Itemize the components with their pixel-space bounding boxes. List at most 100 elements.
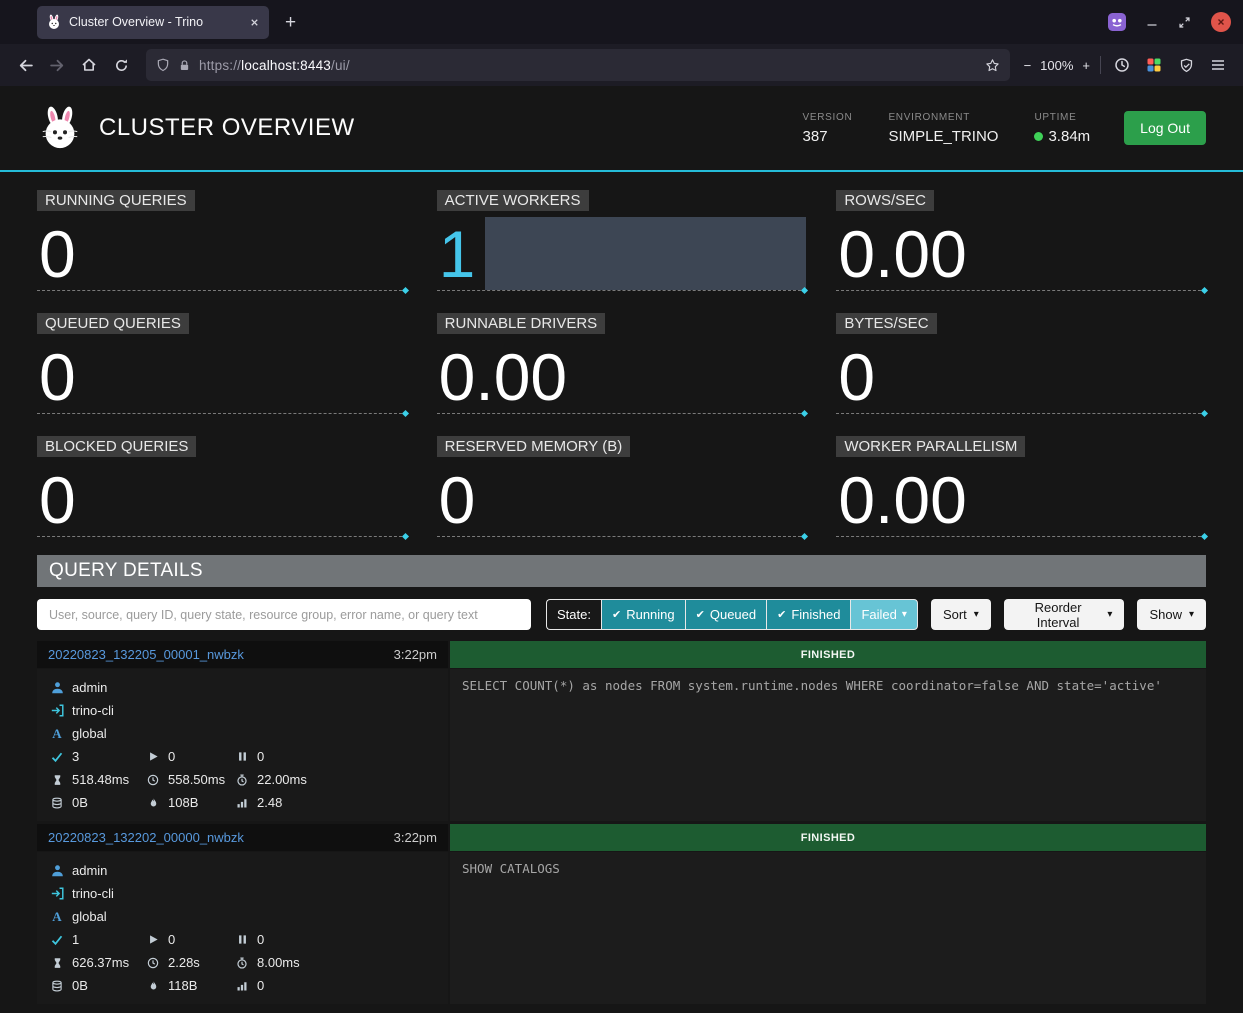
completed-splits-icon: [50, 934, 64, 946]
url-text[interactable]: https://localhost:8443/ui/: [199, 58, 977, 73]
uptime-value: 3.84m: [1048, 128, 1090, 145]
current-memory-value: 0B: [72, 795, 88, 810]
stat-tile-running-queries: RUNNING QUERIES 0: [37, 190, 407, 291]
sort-dropdown[interactable]: Sort▾: [931, 599, 991, 630]
toolbar-separator: [1100, 56, 1101, 74]
query-time: 3:22pm: [394, 830, 437, 845]
protections-shield-icon[interactable]: [1171, 50, 1201, 80]
running-splits-value: 0: [168, 749, 175, 764]
queued-splits-value: 0: [257, 749, 264, 764]
wall-time-value: 518.48ms: [72, 772, 129, 787]
stat-tile-rows-sec: ROWS/SEC 0.00: [836, 190, 1206, 291]
query-meta-panel: admin trino-cli Aglobal 3 0 0 518.48ms 5…: [37, 669, 448, 821]
window-maximize-button[interactable]: [1178, 16, 1191, 29]
query-user: admin: [72, 680, 107, 695]
forward-icon[interactable]: [42, 50, 72, 80]
query-resource-group: global: [72, 726, 107, 741]
version-label: VERSION: [803, 112, 853, 123]
peak-memory-value: 108B: [168, 795, 198, 810]
tracking-shield-icon[interactable]: [156, 58, 170, 72]
running-splits-icon: [146, 934, 160, 945]
uptime-info: UPTIME 3.84m: [1034, 112, 1090, 145]
state-filter-failed-dropdown[interactable]: Failed▾: [850, 599, 917, 630]
peak-memory-icon: [146, 980, 160, 992]
browser-tab[interactable]: Cluster Overview - Trino: [37, 6, 269, 39]
menu-hamburger-icon[interactable]: [1203, 50, 1233, 80]
tab-close-icon[interactable]: [249, 17, 260, 28]
cpu-time-value: 8.00ms: [257, 955, 300, 970]
home-icon[interactable]: [74, 50, 104, 80]
query-row: 20220823_132205_00001_nwbzk 3:22pm FINIS…: [37, 641, 1206, 821]
page-title: CLUSTER OVERVIEW: [99, 114, 355, 142]
stat-tile-queued-queries: QUEUED QUERIES 0: [37, 313, 407, 414]
zoom-in-button[interactable]: +: [1082, 58, 1090, 73]
trino-favicon: [46, 14, 62, 30]
stat-tile-active-workers: ACTIVE WORKERS 1: [437, 190, 807, 291]
query-id-link[interactable]: 20220823_132205_00001_nwbzk: [48, 647, 244, 662]
check-icon: ✔: [777, 608, 786, 621]
query-source: trino-cli: [72, 703, 114, 718]
query-status-label: FINISHED: [801, 649, 856, 661]
state-filter-finished[interactable]: ✔Finished: [766, 599, 850, 630]
completed-splits-value: 3: [72, 749, 79, 764]
stat-tile-label: WORKER PARALLELISM: [836, 436, 1025, 457]
stat-tile-value: 0.00: [836, 463, 966, 536]
sparkline: [86, 463, 407, 536]
reorder-interval-dropdown[interactable]: Reorder Interval▾: [1004, 599, 1125, 630]
window-close-button[interactable]: [1211, 12, 1231, 32]
state-filter-queued[interactable]: ✔Queued: [685, 599, 766, 630]
logout-button[interactable]: Log Out: [1124, 111, 1206, 145]
zoom-level[interactable]: 100%: [1040, 58, 1073, 73]
running-splits-icon: [146, 751, 160, 762]
stat-tile-value: 0: [437, 463, 476, 536]
current-memory-value: 0B: [72, 978, 88, 993]
current-memory-icon: [50, 797, 64, 809]
window-minimize-button[interactable]: [1146, 16, 1158, 28]
stat-tile-runnable-drivers: RUNNABLE DRIVERS 0.00: [437, 313, 807, 414]
source-icon: [50, 704, 64, 717]
sparkline-marker: [402, 287, 409, 294]
sparkline-marker: [402, 410, 409, 417]
stat-tile-label: RUNNING QUERIES: [37, 190, 195, 211]
trino-logo[interactable]: [37, 105, 83, 151]
history-icon[interactable]: [1107, 50, 1137, 80]
stat-tile-label: BYTES/SEC: [836, 313, 936, 334]
cluster-header: CLUSTER OVERVIEW VERSION 387 ENVIRONMENT…: [0, 86, 1243, 170]
stat-tile-value: 0: [37, 217, 76, 290]
sparkline: [86, 340, 407, 413]
sparkline: [86, 217, 407, 290]
completed-splits-value: 1: [72, 932, 79, 947]
elapsed-time-icon: [146, 957, 160, 969]
stat-tile-label: ROWS/SEC: [836, 190, 934, 211]
sparkline: [885, 340, 1206, 413]
caret-down-icon: ▾: [1189, 609, 1194, 620]
zoom-out-button[interactable]: −: [1024, 58, 1032, 73]
sparkline-marker: [1201, 287, 1208, 294]
query-user: admin: [72, 863, 107, 878]
browser-nav-bar: https://localhost:8443/ui/ − 100% +: [0, 44, 1243, 86]
query-search-input[interactable]: [37, 599, 531, 630]
lock-icon[interactable]: [178, 59, 191, 72]
environment-label: ENVIRONMENT: [888, 112, 998, 123]
environment-value: SIMPLE_TRINO: [888, 128, 998, 145]
extensions-icon[interactable]: [1139, 50, 1169, 80]
bookmark-star-icon[interactable]: [985, 58, 1000, 73]
query-toolbar: State: ✔Running ✔Queued ✔Finished Failed…: [37, 599, 1206, 630]
uptime-label: UPTIME: [1034, 112, 1090, 123]
url-bar[interactable]: https://localhost:8443/ui/: [146, 49, 1010, 81]
show-dropdown[interactable]: Show▾: [1137, 599, 1206, 630]
state-filter-running[interactable]: ✔Running: [601, 599, 685, 630]
back-icon[interactable]: [10, 50, 40, 80]
query-id-link[interactable]: 20220823_132202_00000_nwbzk: [48, 830, 244, 845]
stat-tile-blocked-queries: BLOCKED QUERIES 0: [37, 436, 407, 537]
zoom-controls: − 100% +: [1020, 58, 1094, 73]
window-controls: [1108, 0, 1231, 44]
new-tab-button[interactable]: +: [285, 13, 296, 32]
stat-tile-bytes-sec: BYTES/SEC 0: [836, 313, 1206, 414]
reload-icon[interactable]: [106, 50, 136, 80]
query-status-bar: FINISHED: [450, 824, 1206, 851]
sparkline: [977, 217, 1206, 290]
extension-icon[interactable]: [1108, 13, 1126, 31]
browser-tab-bar: Cluster Overview - Trino +: [0, 0, 1243, 44]
sparkline-marker: [801, 410, 808, 417]
